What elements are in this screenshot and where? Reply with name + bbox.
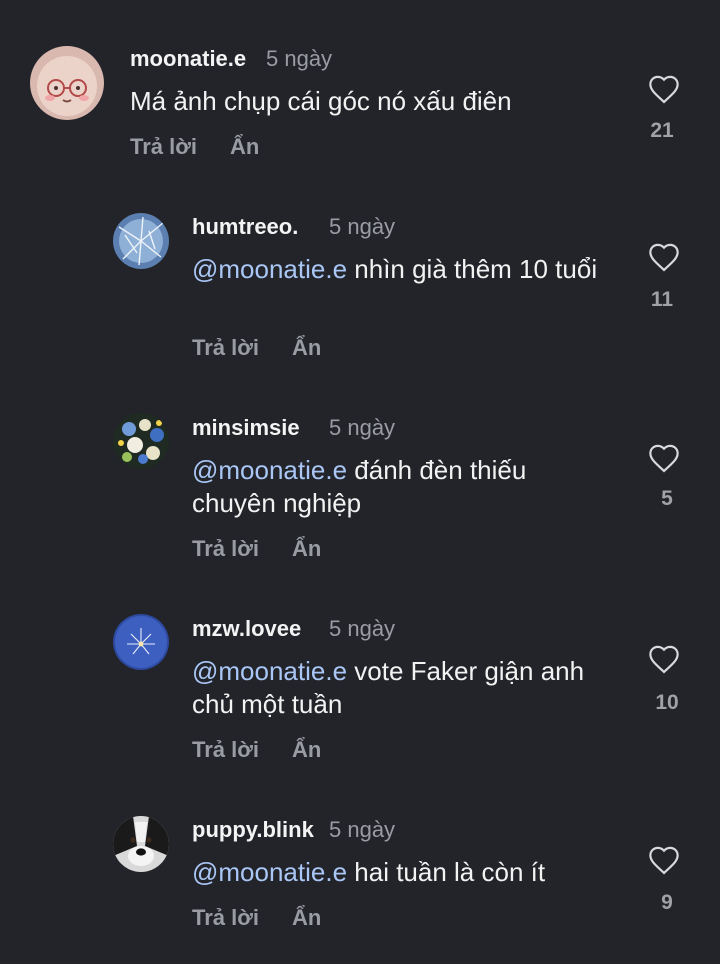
heart-outline-icon[interactable] — [647, 644, 681, 674]
reply-button[interactable]: Trả lời — [192, 905, 259, 931]
heart-outline-icon[interactable] — [647, 845, 681, 875]
username[interactable]: puppy.blink — [192, 817, 314, 843]
comment-text-content: nhìn già thêm 10 tuổi — [347, 254, 598, 284]
timestamp: 5 ngày — [329, 616, 396, 641]
heart-outline-icon[interactable] — [647, 74, 681, 104]
timestamp: 5 ngày — [329, 214, 396, 239]
comment-moonatie: moonatie.e 5 ngày Má ảnh chụp cái góc nó… — [0, 0, 720, 170]
comment-text: Má ảnh chụp cái góc nó xấu điên — [130, 85, 620, 118]
mention-link[interactable]: @moonatie.e — [192, 254, 347, 284]
avatar-mzw-lovee[interactable] — [113, 614, 169, 670]
comment-text-content: hai tuần là còn ít — [347, 857, 546, 887]
avatar-minsimsie[interactable] — [113, 413, 169, 469]
reply-button[interactable]: Trả lời — [192, 737, 259, 763]
reply-puppy-blink: puppy.blink 5 ngày @moonatie.e hai tuần … — [0, 803, 720, 964]
comment-text-content: Má ảnh chụp cái góc nó xấu điên — [130, 86, 512, 116]
hide-button[interactable]: Ẩn — [292, 737, 321, 763]
reply-button[interactable]: Trả lời — [192, 536, 259, 562]
avatar-moonatie[interactable] — [30, 46, 104, 120]
username[interactable]: mzw.lovee — [192, 616, 301, 642]
comment-text: @moonatie.e hai tuần là còn ít — [192, 856, 612, 889]
comment-text: @moonatie.e vote Faker giận anh chủ một … — [192, 655, 612, 721]
username[interactable]: minsimsie — [192, 415, 300, 441]
reply-minsimsie: minsimsie 5 ngày @moonatie.e đánh đèn th… — [0, 401, 720, 571]
timestamp: 5 ngày — [329, 817, 396, 842]
like-count: 10 — [655, 691, 679, 714]
reply-mzw-lovee: mzw.lovee 5 ngày @moonatie.e vote Faker … — [0, 602, 720, 772]
comment-text: @moonatie.e đánh đèn thiếu chuyên nghiệp — [192, 454, 602, 520]
hide-button[interactable]: Ẩn — [292, 536, 321, 562]
hide-button[interactable]: Ẩn — [292, 905, 321, 931]
timestamp: 5 ngày — [266, 46, 333, 71]
timestamp: 5 ngày — [329, 415, 396, 440]
hide-button[interactable]: Ẩn — [292, 335, 321, 361]
username[interactable]: humtreeo. — [192, 214, 298, 240]
reply-humtreeo: humtreeo. 5 ngày @moonatie.e nhìn già th… — [0, 200, 720, 370]
like-count: 21 — [650, 119, 674, 142]
heart-outline-icon[interactable] — [647, 242, 681, 272]
reply-button[interactable]: Trả lời — [192, 335, 259, 361]
mention-link[interactable]: @moonatie.e — [192, 455, 347, 485]
mention-link[interactable]: @moonatie.e — [192, 857, 347, 887]
like-count: 5 — [661, 487, 673, 510]
avatar-puppy-blink[interactable] — [113, 816, 169, 872]
like-count: 11 — [650, 288, 674, 311]
reply-button[interactable]: Trả lời — [130, 134, 197, 160]
avatar-humtreeo[interactable] — [113, 213, 169, 269]
hide-button[interactable]: Ẩn — [230, 134, 259, 160]
heart-outline-icon[interactable] — [647, 443, 681, 473]
like-count: 9 — [661, 891, 673, 914]
username[interactable]: moonatie.e — [130, 46, 246, 72]
comment-text: @moonatie.e nhìn già thêm 10 tuổi — [192, 253, 602, 286]
mention-link[interactable]: @moonatie.e — [192, 656, 347, 686]
